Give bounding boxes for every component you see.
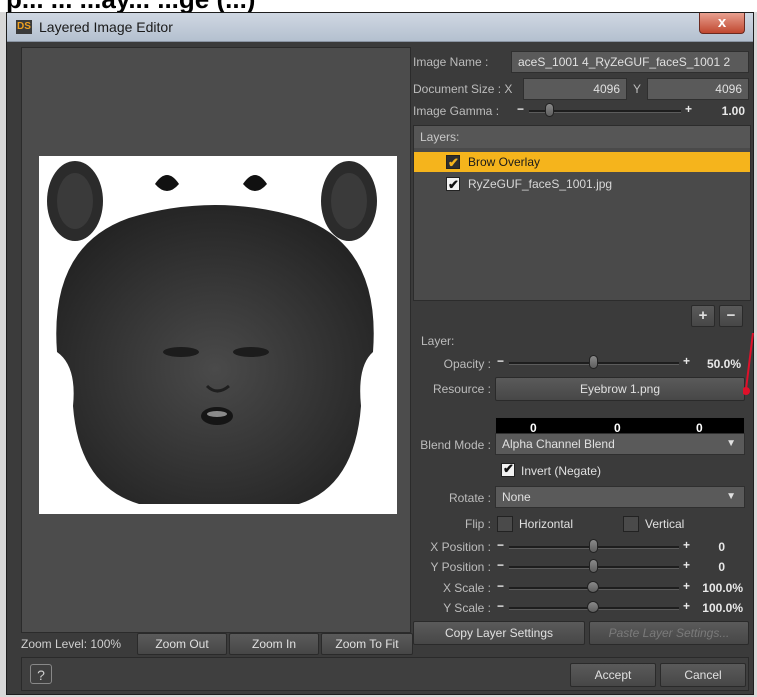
canvas-pane [21,47,411,633]
image-name-field[interactable]: aceS_1001 4_RyZeGUF_faceS_1001 2 [511,51,749,73]
zoom-to-fit-button[interactable]: Zoom To Fit [321,633,413,655]
blend-mode-select[interactable]: Alpha Channel Blend ▼ [495,433,745,455]
opacity-value: 50.0% [706,357,741,371]
x-position-label: X Position : [430,540,491,554]
document-size-x-field[interactable]: 4096 [523,78,627,100]
cropped-heading: p... ... ...ay... ...ge (...) [0,0,757,12]
opacity-label: Opacity : [443,357,491,371]
help-icon[interactable]: ? [30,664,52,684]
resource-label: Resource : [432,382,491,396]
layers-header: Layers: [414,126,750,148]
resource-button[interactable]: Eyebrow 1.png [495,377,745,401]
ds-logo-icon: DS [16,20,32,34]
layered-image-editor-window: DS Layered Image Editor x Zoom Level: 10… [6,12,754,695]
gamma-increase[interactable]: + [685,102,692,116]
invert-label: Invert (Negate) [521,464,602,478]
paste-layer-settings-button[interactable]: Paste Layer Settings... [589,621,749,645]
title-bar: DS Layered Image Editor x [7,13,753,42]
cropped-heading-text: p... ... ...ay... ...ge (...) [6,0,255,12]
y-scale-slider-handle[interactable] [587,601,599,613]
red-arrow-annotation [743,333,754,395]
flip-horizontal-checkbox[interactable] [497,516,513,532]
opacity-slider-handle[interactable] [589,355,598,369]
zoom-out-button[interactable]: Zoom Out [137,633,227,655]
dialog-footer: ? Accept Cancel [21,657,749,691]
x-position-decrease[interactable]: − [497,538,504,552]
remove-layer-button[interactable]: − [719,305,743,327]
y-scale-decrease[interactable]: − [497,599,504,613]
x-position-slider-handle[interactable] [589,539,598,553]
blend-mode-label: Blend Mode : [420,438,491,452]
x-position-increase[interactable]: + [683,538,690,552]
layer-item-brow-overlay[interactable]: ✔ Brow Overlay [414,152,750,172]
add-layer-button[interactable]: + [691,305,715,327]
dropdown-arrow-icon: ▼ [726,438,736,449]
layer-label: Brow Overlay [468,155,541,169]
copy-layer-settings-button[interactable]: Copy Layer Settings [413,621,585,645]
texture-preview [39,156,397,514]
gamma-decrease[interactable]: − [517,102,524,116]
x-scale-decrease[interactable]: − [497,579,504,593]
image-name-label: Image Name : [413,55,489,69]
gamma-slider-handle[interactable] [545,103,554,117]
document-size-y-label: Y [633,82,642,96]
x-scale-slider-handle[interactable] [587,581,599,593]
zoom-bar: Zoom Level: 100% Zoom Out Zoom In Zoom T… [21,633,413,655]
zoom-level-label: Zoom Level: 100% [21,637,122,651]
flip-label: Flip : [464,517,491,531]
layer-label: RyZeGUF_faceS_1001.jpg [468,177,613,191]
gamma-value: 1.00 [721,104,745,118]
y-position-slider-handle[interactable] [589,559,598,573]
layer-section-label: Layer: [421,334,455,348]
document-size-y-field[interactable]: 4096 [647,78,749,100]
cancel-button[interactable]: Cancel [660,663,746,687]
x-scale-value: 100.0% [702,581,743,595]
opacity-decrease[interactable]: − [497,354,504,368]
dropdown-arrow-icon: ▼ [726,491,736,502]
y-position-decrease[interactable]: − [497,558,504,572]
document-size-label: Document Size : X [413,82,513,96]
flip-horizontal-label: Horizontal [519,517,574,531]
x-scale-increase[interactable]: + [683,579,690,593]
zoom-in-button[interactable]: Zoom In [229,633,319,655]
invert-checkbox[interactable]: ✔ [501,461,515,477]
layers-list: Layers: ✔ Brow Overlay ✔ RyZeGUF_faceS_1… [413,125,751,301]
checkbox-icon[interactable]: ✔ [446,155,460,170]
y-position-label: Y Position : [430,560,491,574]
x-position-value: 0 [718,540,725,554]
opacity-increase[interactable]: + [683,354,690,368]
flip-vertical-checkbox[interactable] [623,516,639,532]
x-scale-label: X Scale : [442,581,491,595]
accept-button[interactable]: Accept [570,663,656,687]
face-texture-image [47,161,377,504]
y-position-value: 0 [718,560,725,574]
y-scale-value: 100.0% [702,601,743,615]
blend-mode-value: Alpha Channel Blend [502,437,615,451]
y-scale-increase[interactable]: + [683,599,690,613]
flip-vertical-label: Vertical [645,517,685,531]
window-title: Layered Image Editor [39,19,173,35]
rotate-select[interactable]: None ▼ [495,486,745,508]
y-scale-label: Y Scale : [443,601,491,615]
close-button[interactable]: x [699,13,745,34]
checkbox-icon[interactable]: ✔ [446,177,460,192]
rotate-label: Rotate : [448,491,491,505]
rotate-value: None [502,490,531,504]
y-position-increase[interactable]: + [683,558,690,572]
image-gamma-label: Image Gamma : [413,104,500,118]
layer-item-face-texture[interactable]: ✔ RyZeGUF_faceS_1001.jpg [414,174,750,194]
